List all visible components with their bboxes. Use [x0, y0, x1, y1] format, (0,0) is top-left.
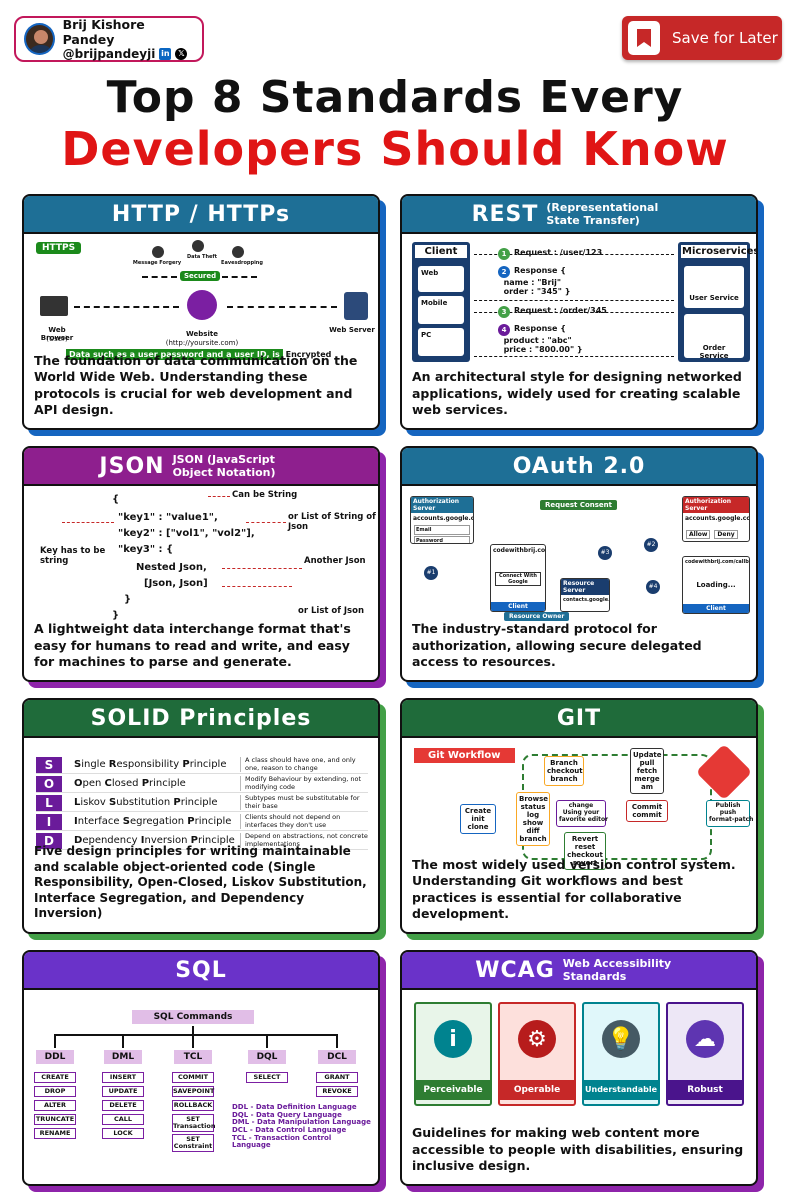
rest-diagram: Client Web Mobile PC Microservices User … — [410, 240, 756, 362]
card-title: SQL — [175, 957, 227, 983]
solid-row: S Single Responsibility Principle A clas… — [36, 756, 368, 774]
save-for-later-button[interactable]: Save for Later — [622, 16, 782, 60]
resource-server-box: Resource Server contacts.google.com — [560, 578, 610, 612]
linkedin-icon[interactable]: in — [159, 48, 172, 60]
callback-box: codewithbrij.com/callback Loading... Cli… — [682, 556, 750, 614]
client-box: codewithbrij.com Connect With Google Cli… — [490, 544, 546, 612]
info-icon: i — [434, 1020, 472, 1058]
card-git: GIT Git Workflow Create init clone Brows… — [400, 698, 758, 934]
globe-icon — [187, 290, 217, 320]
author-badge[interactable]: Brij Kishore Pandey @brijpandeyji in 𝕏 — [14, 16, 204, 62]
author-handle: @brijpandeyji — [62, 46, 156, 61]
oauth-diagram: Authorization Server accounts.google.com… — [410, 492, 750, 621]
wcag-tile-perceivable: i Perceivable — [414, 1002, 492, 1106]
solid-row: O Open Closed Principle Modify Behaviour… — [36, 775, 368, 793]
card-subtitle: (Representational State Transfer) — [546, 200, 659, 227]
solid-row: I Interface Segregation Principle Client… — [36, 813, 368, 831]
card-title: SOLID Principles — [90, 705, 312, 731]
card-oauth: OAuth 2.0 Authorization Server accounts.… — [400, 446, 758, 682]
auth-consent-box: Authorization Server accounts.google.com… — [682, 496, 750, 542]
card-solid: SOLID Principles S Single Responsibility… — [22, 698, 380, 934]
git-diagram: Git Workflow Create init clone Browse st… — [410, 743, 753, 871]
card-json: JSON JSON (JavaScript Object Notation) {… — [22, 446, 380, 682]
solid-row: L Liskov Substitution Principle Subtypes… — [36, 794, 368, 812]
card-title: HTTP / HTTPs — [111, 201, 291, 227]
git-workflow-tag: Git Workflow — [414, 748, 515, 763]
card-sql: SQL SQL Commands DDL DML TCL DQL DCL CRE… — [22, 950, 380, 1186]
wcag-tile-operable: ⚙ Operable — [498, 1002, 576, 1106]
card-title: GIT — [556, 705, 602, 731]
page-title-line1: Top 8 Standards Every — [106, 72, 684, 123]
https-tag: HTTPS — [36, 242, 82, 254]
wcag-tile-robust: ☁ Robust — [666, 1002, 744, 1106]
card-description: The industry-standard protocol for autho… — [412, 621, 702, 669]
http-diagram: HTTPS Message Forgery Data Theft Eavesdr… — [32, 240, 375, 360]
gears-icon: ⚙ — [518, 1020, 556, 1058]
bookmark-icon — [628, 21, 660, 55]
json-diagram: { "key1" : "value1", "key2" : ["vol1", "… — [40, 490, 376, 621]
card-description: A lightweight data interchange format th… — [34, 621, 351, 669]
spy-icon — [152, 246, 164, 258]
cloud-icon: ☁ — [686, 1020, 724, 1058]
author-name: Brij Kishore Pandey — [62, 16, 145, 47]
card-description: The most widely used version control sys… — [412, 857, 736, 921]
avatar — [24, 23, 55, 55]
page-title-line2: Developers Should Know — [61, 122, 729, 176]
x-icon[interactable]: 𝕏 — [175, 48, 188, 60]
computer-icon — [40, 296, 68, 316]
lightbulb-icon: 💡 — [602, 1020, 640, 1058]
card-description: Guidelines for making web content more a… — [412, 1125, 744, 1173]
auth-server-box: Authorization Server accounts.google.com… — [410, 496, 474, 544]
card-rest: REST (Representational State Transfer) C… — [400, 194, 758, 430]
card-title: WCAG — [475, 957, 555, 983]
card-title: JSON — [99, 453, 165, 479]
request-consent-tag: Request Consent — [540, 500, 618, 510]
wcag-tiles: i Perceivable ⚙ Operable 💡 Understandabl… — [410, 996, 748, 1112]
card-wcag: WCAG Web Accessibility Standards i Perce… — [400, 950, 758, 1186]
wcag-tile-understandable: 💡 Understandable — [582, 1002, 660, 1106]
secured-tag: Secured — [180, 271, 221, 281]
card-http: HTTP / HTTPs HTTPS Message Forgery Data … — [22, 194, 380, 430]
server-icon — [344, 292, 368, 320]
card-description: Five design principles for writing maint… — [34, 844, 367, 921]
card-subtitle: Web Accessibility Standards — [562, 956, 672, 983]
save-label: Save for Later — [672, 29, 778, 47]
sql-commands-head: SQL Commands — [132, 1010, 254, 1024]
card-title: OAuth 2.0 — [512, 453, 646, 479]
card-subtitle: JSON (JavaScript Object Notation) — [172, 452, 276, 479]
spy-icon — [232, 246, 244, 258]
sql-diagram: SQL Commands DDL DML TCL DQL DCL CREATE … — [32, 996, 371, 1176]
card-description: An architectural style for designing net… — [412, 369, 742, 417]
card-title: REST — [471, 201, 539, 227]
spy-icon — [192, 240, 204, 252]
card-description: The foundation of data communication on … — [34, 353, 358, 417]
